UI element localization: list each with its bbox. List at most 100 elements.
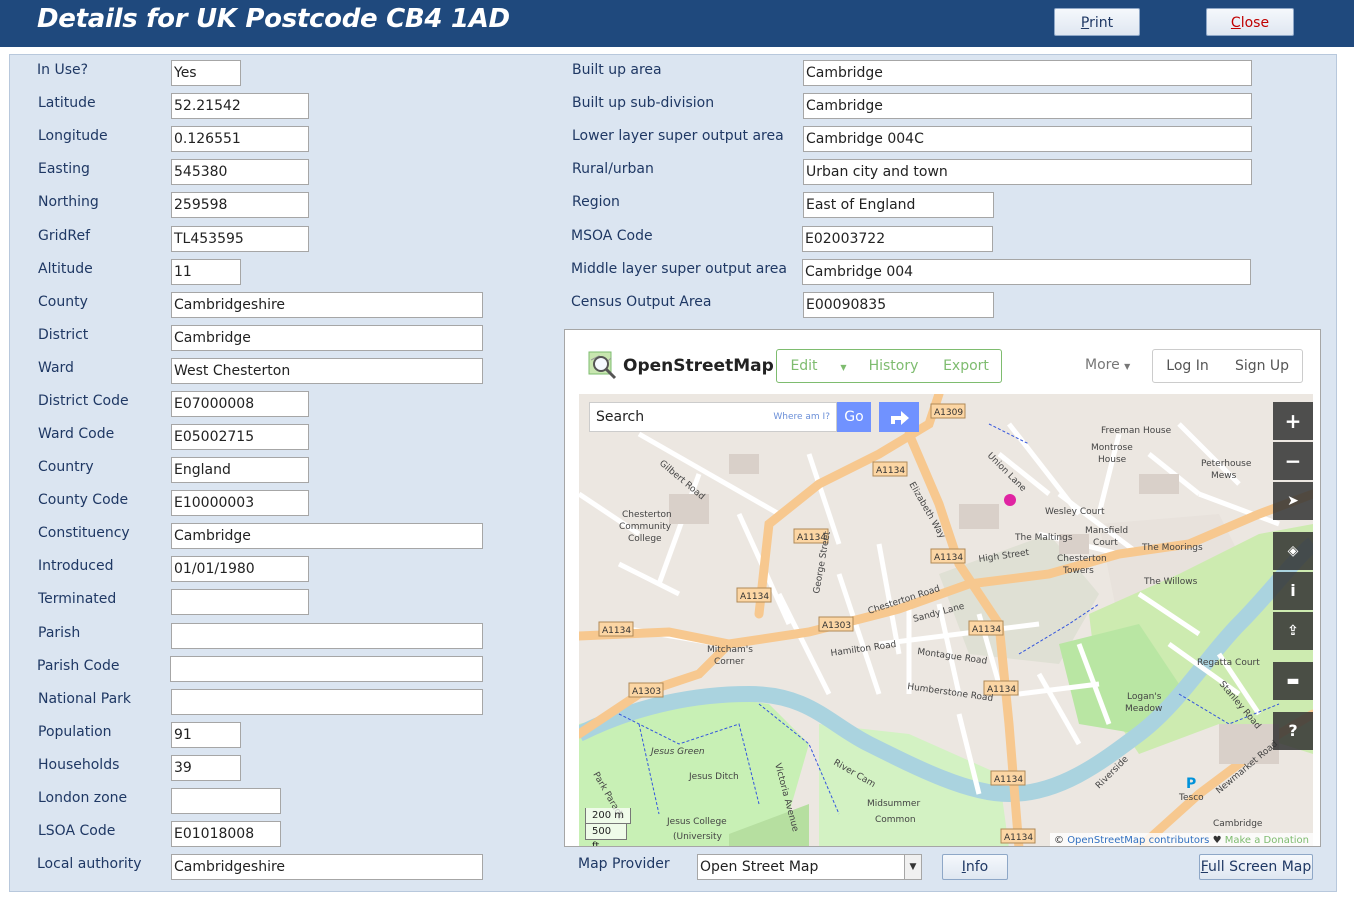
national-park-field[interactable] bbox=[171, 689, 483, 715]
a1134-label-1: A1134 bbox=[876, 466, 905, 476]
ward-code-field[interactable]: E05002715 bbox=[171, 424, 309, 450]
osm-edit-button[interactable]: Edit bbox=[776, 349, 832, 383]
country-field[interactable]: England bbox=[171, 457, 309, 483]
parish-code-field[interactable] bbox=[170, 656, 483, 682]
lsoa-field[interactable]: Cambridge 004C bbox=[803, 126, 1252, 152]
terminated-field[interactable] bbox=[171, 589, 309, 615]
chevron-down-icon[interactable]: ▼ bbox=[904, 855, 921, 879]
census-output-area-field[interactable]: E00090835 bbox=[803, 292, 994, 318]
page-title: Details for UK Postcode CB4 1AD bbox=[37, 4, 510, 34]
pharmacy-icon bbox=[1004, 494, 1016, 506]
altitude-field[interactable]: 11 bbox=[171, 259, 241, 285]
introduced-field[interactable]: 01/01/1980 bbox=[171, 556, 309, 582]
households-field[interactable]: 39 bbox=[171, 755, 241, 781]
scale-meters: 200 m bbox=[585, 808, 632, 824]
where-am-i-link[interactable]: Where am I? bbox=[773, 412, 830, 422]
county-code-field[interactable]: E10000003 bbox=[171, 490, 309, 516]
constituency-field[interactable]: Cambridge bbox=[171, 523, 483, 549]
label-county: County bbox=[38, 294, 88, 310]
osm-more-menu[interactable]: More ▼ bbox=[1085, 357, 1130, 373]
osm-brand[interactable]: OpenStreetMap bbox=[623, 356, 774, 376]
layers-icon[interactable]: ◈ bbox=[1273, 532, 1313, 570]
osm-contributors-link[interactable]: OpenStreetMap contributors bbox=[1067, 835, 1209, 846]
osm-edit-dropdown[interactable]: ▼ bbox=[831, 349, 857, 383]
donate-link[interactable]: Make a Donation bbox=[1225, 835, 1309, 846]
label-parish: Parish bbox=[38, 625, 81, 641]
map-go-button[interactable]: Go bbox=[837, 402, 871, 432]
label-latitude: Latitude bbox=[38, 95, 96, 111]
label-msoa-code: MSOA Code bbox=[571, 228, 653, 244]
a1134-label-3: A1134 bbox=[934, 553, 963, 563]
a1134-label-5: A1134 bbox=[602, 626, 631, 636]
help-icon[interactable]: ? bbox=[1273, 712, 1313, 750]
ward-field[interactable]: West Chesterton bbox=[171, 358, 483, 384]
map-provider-value: Open Street Map bbox=[700, 859, 819, 875]
label-in-use: In Use? bbox=[37, 62, 89, 78]
osm-signup-button[interactable]: Sign Up bbox=[1222, 349, 1303, 383]
full-screen-map-button[interactable]: Full Screen Map bbox=[1199, 854, 1313, 880]
label-country: Country bbox=[38, 459, 94, 475]
in-use-field[interactable]: Yes bbox=[171, 60, 241, 86]
caret-down-icon: ▼ bbox=[1124, 362, 1131, 371]
map-canvas[interactable]: P A1309 A1134 A1134 A1134 A1134 A1134 A1… bbox=[579, 394, 1313, 846]
jesus-green-label: Jesus Green bbox=[649, 747, 705, 757]
latitude-field[interactable]: 52.21542 bbox=[171, 93, 309, 119]
osm-history-button[interactable]: History bbox=[856, 349, 932, 383]
zoom-out-icon[interactable]: − bbox=[1273, 442, 1313, 480]
info-icon[interactable]: i bbox=[1273, 572, 1313, 610]
parish-field[interactable] bbox=[171, 623, 483, 649]
region-field[interactable]: East of England bbox=[803, 192, 994, 218]
label-constituency: Constituency bbox=[38, 525, 130, 541]
label-rural-urban: Rural/urban bbox=[572, 161, 654, 177]
district-code-field[interactable]: E07000008 bbox=[171, 391, 309, 417]
rural-urban-field[interactable]: Urban city and town bbox=[803, 159, 1252, 185]
note-icon[interactable]: ▬ bbox=[1273, 662, 1313, 700]
map-provider-select[interactable]: Open Street Map ▼ bbox=[697, 854, 922, 880]
longitude-field[interactable]: 0.126551 bbox=[171, 126, 309, 152]
label-built-up-area: Built up area bbox=[572, 62, 662, 78]
northing-field[interactable]: 259598 bbox=[171, 192, 309, 218]
chesterton-towers-label: Chesterton bbox=[1057, 554, 1107, 564]
gridref-field[interactable]: TL453595 bbox=[171, 226, 309, 252]
peterhouse-mews-label: Mews bbox=[1211, 471, 1237, 481]
osm-logo-icon bbox=[588, 351, 617, 380]
jesus-college-label: Jesus College bbox=[666, 817, 727, 827]
a1309-label: A1309 bbox=[934, 408, 963, 418]
print-button[interactable]: Print bbox=[1054, 8, 1140, 36]
population-field[interactable]: 91 bbox=[171, 722, 241, 748]
osm-export-button[interactable]: Export bbox=[931, 349, 1002, 383]
label-longitude: Longitude bbox=[38, 128, 108, 144]
local-authority-field[interactable]: Cambridgeshire bbox=[171, 854, 483, 880]
built-up-area-field[interactable]: Cambridge bbox=[803, 60, 1252, 86]
close-button[interactable]: Close bbox=[1206, 8, 1294, 36]
wesley-court-label: Wesley Court bbox=[1045, 507, 1105, 517]
college-label-1: Chesterton bbox=[622, 510, 672, 520]
label-gridref: GridRef bbox=[38, 228, 91, 244]
share-icon[interactable]: ⇪ bbox=[1273, 612, 1313, 650]
a1134-label-9: A1134 bbox=[1004, 833, 1033, 843]
map-search-input[interactable]: Search Where am I? bbox=[589, 402, 837, 432]
zoom-in-icon[interactable]: + bbox=[1273, 402, 1313, 440]
easting-field[interactable]: 545380 bbox=[171, 159, 309, 185]
search-placeholder: Search bbox=[596, 409, 645, 425]
label-lsoa-code: LSOA Code bbox=[38, 823, 116, 839]
directions-button[interactable] bbox=[879, 402, 919, 432]
osm-login-button[interactable]: Log In bbox=[1152, 349, 1223, 383]
lsoa-code-field[interactable]: E01018008 bbox=[171, 821, 281, 847]
map-controls: + − ➤ ◈ i ⇪ ▬ ? bbox=[1273, 402, 1313, 802]
county-field[interactable]: Cambridgeshire bbox=[171, 292, 483, 318]
built-up-sub-division-field[interactable]: Cambridge bbox=[803, 93, 1252, 119]
label-introduced: Introduced bbox=[38, 558, 114, 574]
msoa-field[interactable]: Cambridge 004 bbox=[802, 259, 1251, 285]
msoa-code-field[interactable]: E02003722 bbox=[802, 226, 993, 252]
mansfield-label: Mansfield bbox=[1085, 526, 1128, 536]
caret-down-icon: ▼ bbox=[840, 363, 847, 372]
district-field[interactable]: Cambridge bbox=[171, 325, 483, 351]
map-provider-label: Map Provider bbox=[578, 856, 670, 872]
label-local-authority: Local authority bbox=[37, 856, 142, 872]
locate-icon[interactable]: ➤ bbox=[1273, 482, 1313, 520]
london-zone-field[interactable] bbox=[171, 788, 281, 814]
label-northing: Northing bbox=[38, 194, 99, 210]
info-button[interactable]: Info bbox=[942, 854, 1008, 880]
meadow-label: Meadow bbox=[1125, 704, 1162, 714]
